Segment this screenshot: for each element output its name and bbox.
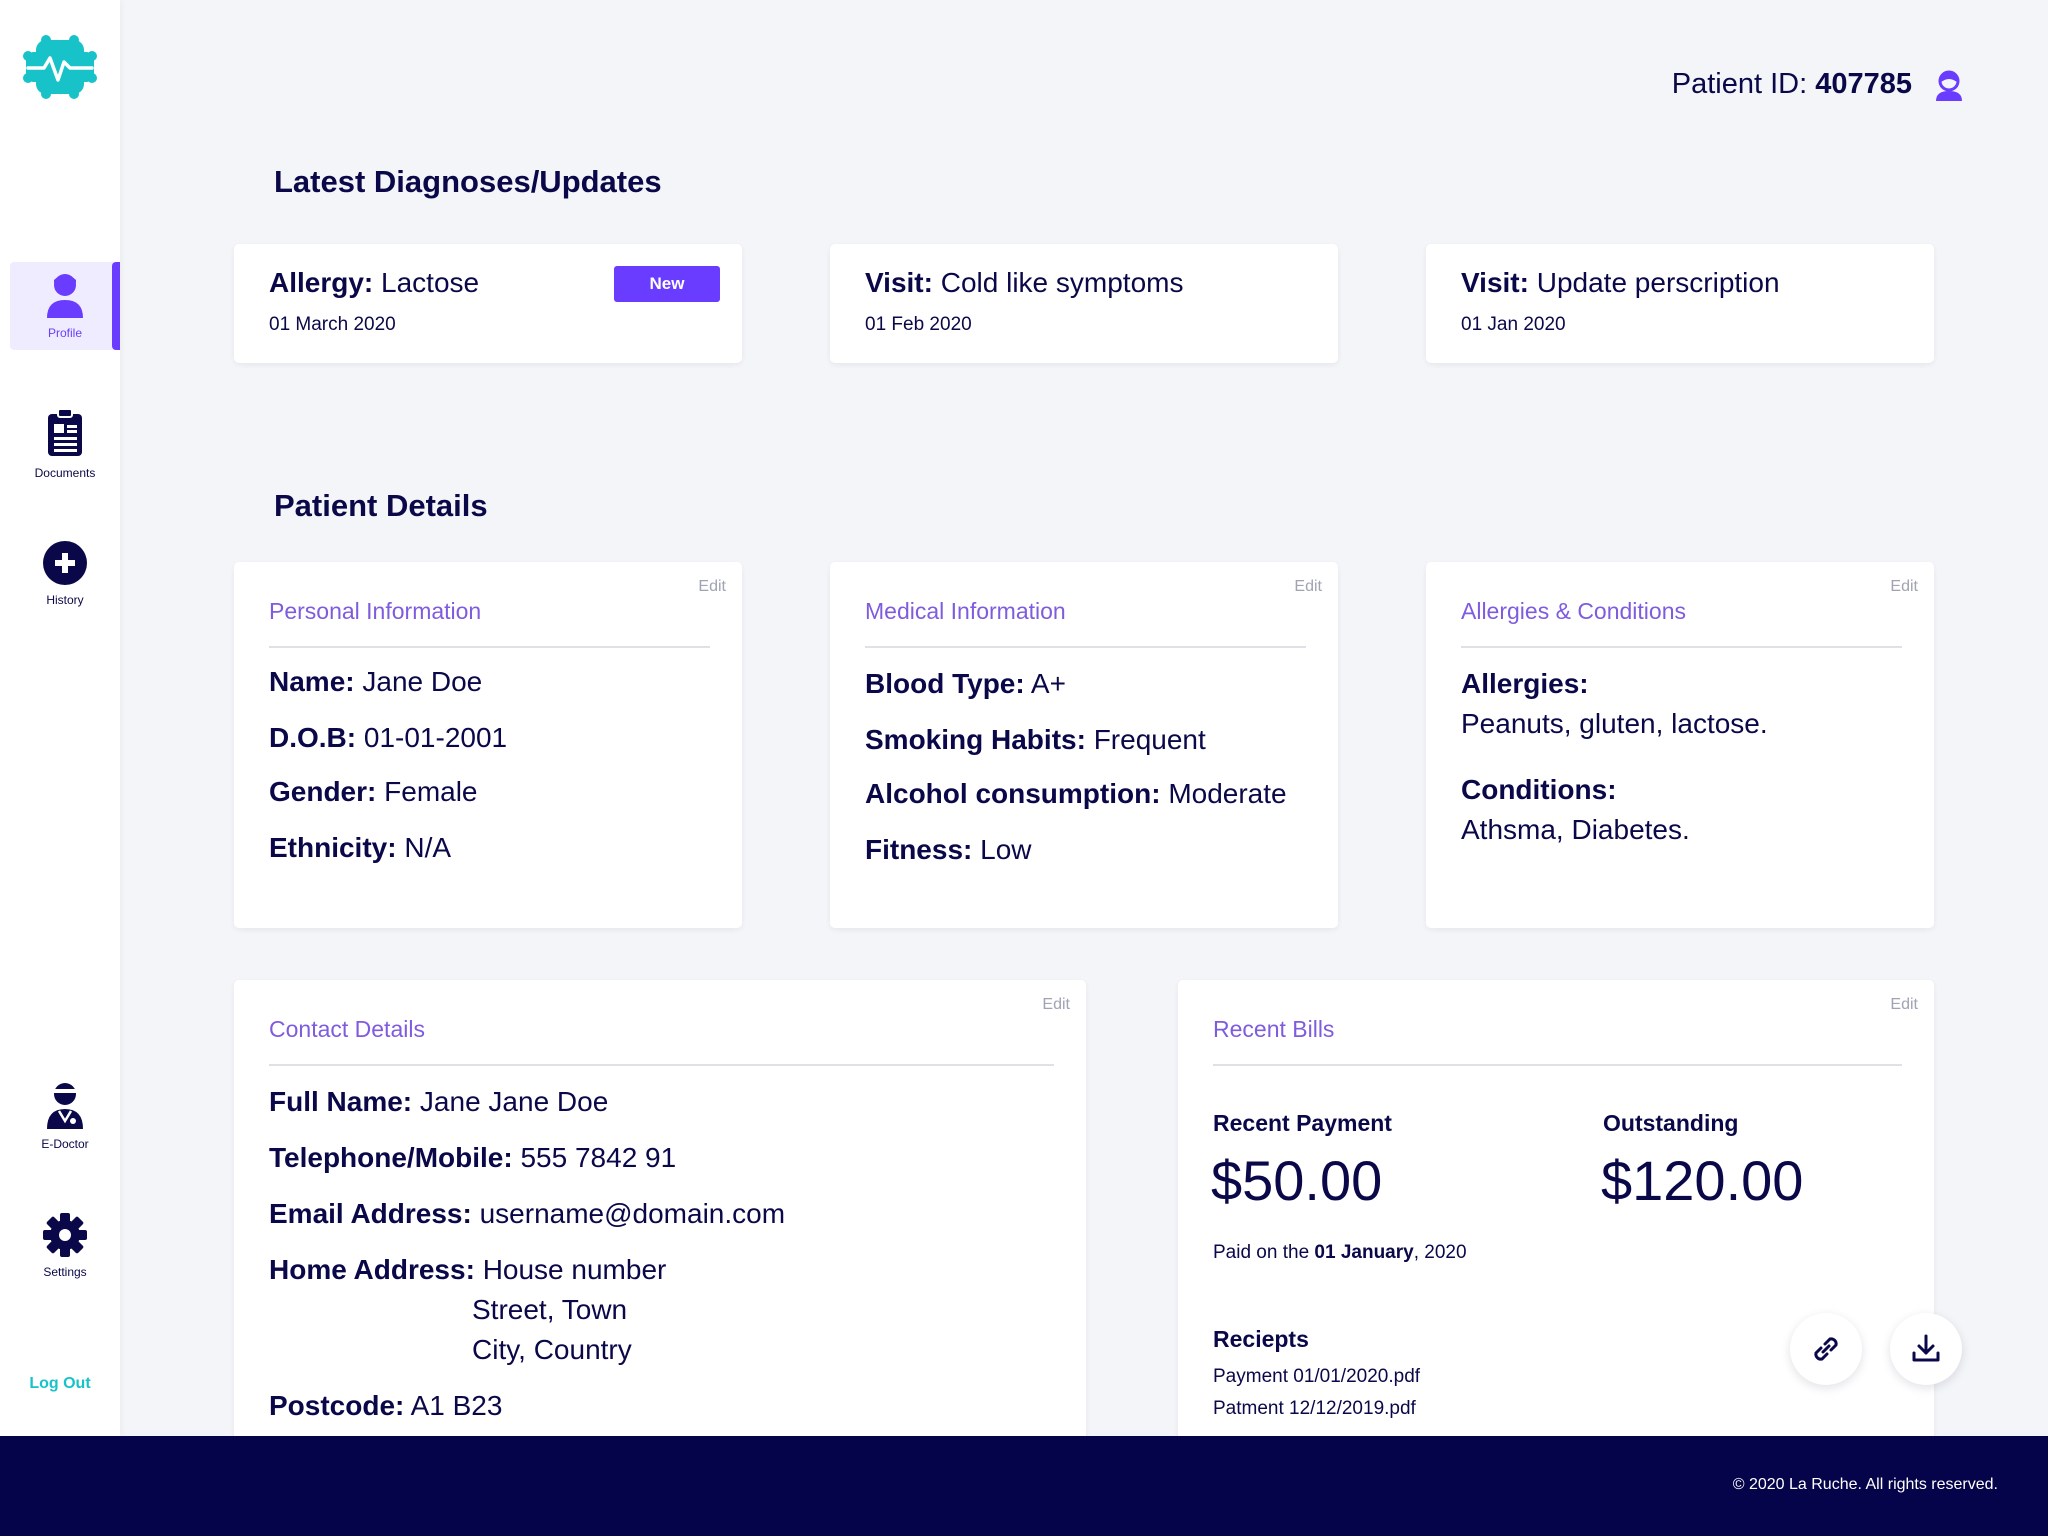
sidebar-item-documents[interactable]: Documents (10, 400, 120, 488)
field-ethnicity: Ethnicity: N/A (269, 832, 452, 863)
allergies-card: Edit Allergies & Conditions Allergies: P… (1426, 562, 1934, 928)
divider (1461, 646, 1902, 648)
copyright-text: © 2020 La Ruche. All rights reserved. (1732, 1476, 1998, 1493)
field-home-address: Home Address: House number (269, 1254, 667, 1285)
conditions-label: Conditions: (1461, 774, 1617, 805)
gear-icon (43, 1213, 87, 1257)
diagnosis-card[interactable]: Visit: Update perscription 01 Jan 2020 (1426, 244, 1934, 363)
card-heading: Contact Details (269, 1016, 425, 1042)
divider (269, 646, 710, 648)
address-line-2: Street, Town (472, 1294, 628, 1325)
divider (269, 1064, 1054, 1066)
outstanding-amount: $120.00 (1601, 1149, 1804, 1212)
diagnosis-type: Visit: (865, 267, 933, 298)
field-postcode: Postcode: A1 B23 (269, 1390, 503, 1421)
field-blood-type: Blood Type: A+ (865, 668, 1066, 699)
conditions-value: Athsma, Diabetes. (1461, 814, 1690, 845)
patient-id: Patient ID: 407785 (1672, 68, 1912, 101)
sidebar-item-e-doctor[interactable]: E-Doctor (10, 1072, 120, 1160)
patient-id-value: 407785 (1815, 68, 1912, 100)
field-email: Email Address: username@domain.com (269, 1198, 786, 1229)
patient-id-label: Patient ID: (1671, 68, 1808, 100)
medical-info-card: Edit Medical Information Blood Type: A+ … (830, 562, 1338, 928)
card-heading: Allergies & Conditions (1461, 598, 1687, 624)
link-icon (1814, 1337, 1838, 1361)
card-heading: Personal Information (269, 598, 482, 624)
diagnosis-date: 01 March 2020 (269, 314, 396, 335)
sidebar-item-settings[interactable]: Settings (10, 1202, 120, 1290)
field-phone: Telephone/Mobile: 555 7842 91 (269, 1142, 677, 1173)
field-dob: D.O.B: 01-01-2001 (269, 722, 508, 753)
sidebar-item-label: Settings (43, 1265, 87, 1279)
diagnoses-title: Latest Diagnoses/Updates (274, 164, 662, 199)
edit-button[interactable]: Edit (1042, 996, 1070, 1014)
diagnosis-title: Visit: Update perscription (1461, 267, 1780, 299)
logout-link[interactable]: Log Out (0, 1375, 120, 1393)
diagnosis-card[interactable]: Allergy: Lactose 01 March 2020 New (234, 244, 742, 363)
sidebar-item-label: Profile (47, 326, 82, 340)
diagnosis-text: Update perscription (1536, 267, 1780, 298)
address-line-3: City, Country (472, 1334, 632, 1365)
diagnosis-type: Allergy: (269, 267, 374, 298)
divider (865, 646, 1306, 648)
sidebar-item-label: History (46, 593, 84, 607)
receipt-link[interactable]: Patment 12/12/2019.pdf (1213, 1398, 1416, 1420)
diagnosis-text: Lactose (381, 267, 480, 298)
edit-button[interactable]: Edit (1294, 578, 1322, 596)
doctor-icon (47, 1083, 83, 1129)
sidebar-item-profile[interactable]: Profile (10, 262, 120, 350)
field-alcohol: Alcohol consumption: Moderate (865, 778, 1287, 809)
diagnosis-date: 01 Feb 2020 (865, 314, 972, 335)
diagnosis-text: Cold like symptoms (940, 267, 1184, 298)
new-badge: New (614, 266, 720, 302)
clipboard-icon (48, 408, 82, 456)
allergies-value: Peanuts, gluten, lactose. (1461, 708, 1768, 739)
recent-payment-label: Recent Payment (1213, 1110, 1392, 1136)
edit-button[interactable]: Edit (1890, 578, 1918, 596)
field-name: Name: Jane Doe (269, 666, 483, 697)
field-smoking: Smoking Habits: Frequent (865, 724, 1206, 755)
edit-button[interactable]: Edit (698, 578, 726, 596)
sidebar-item-history[interactable]: History (10, 530, 120, 618)
footer: © 2020 La Ruche. All rights reserved. (0, 1436, 2048, 1536)
sidebar-item-label: E-Doctor (41, 1137, 89, 1151)
divider (1213, 1064, 1902, 1066)
outstanding-label: Outstanding (1603, 1110, 1739, 1136)
paid-on-text: Paid on the 01 January, 2020 (1213, 1242, 1467, 1263)
diagnosis-title: Allergy: Lactose (269, 267, 479, 299)
receipt-link[interactable]: Payment 01/01/2020.pdf (1213, 1366, 1420, 1388)
patient-details-title: Patient Details (274, 488, 488, 523)
card-heading: Recent Bills (1213, 1016, 1335, 1042)
allergies-label: Allergies: (1461, 668, 1589, 699)
sidebar: Profile Documents History E-Doctor Setti… (0, 0, 120, 1436)
field-fitness: Fitness: Low (865, 834, 1032, 865)
field-gender: Gender: Female (269, 776, 478, 807)
recent-payment-amount: $50.00 (1211, 1149, 1383, 1212)
receipts-label: Reciepts (1213, 1326, 1309, 1352)
contact-details-card: Edit Contact Details Full Name: Jane Jan… (234, 980, 1086, 1450)
user-icon (47, 274, 83, 318)
diagnosis-type: Visit: (1461, 267, 1529, 298)
heartbeat-cog-logo[interactable] (22, 34, 98, 100)
patient-avatar-icon[interactable] (1934, 69, 1964, 101)
diagnosis-title: Visit: Cold like symptoms (865, 267, 1183, 299)
edit-button[interactable]: Edit (1890, 996, 1918, 1014)
link-button[interactable] (1790, 1313, 1862, 1385)
diagnosis-date: 01 Jan 2020 (1461, 314, 1566, 335)
diagnosis-card[interactable]: Visit: Cold like symptoms 01 Feb 2020 (830, 244, 1338, 363)
personal-info-card: Edit Personal Information Name: Jane Doe… (234, 562, 742, 928)
sidebar-item-label: Documents (34, 466, 96, 480)
plus-circle-icon (43, 541, 87, 585)
download-icon (1912, 1334, 1940, 1362)
card-heading: Medical Information (865, 598, 1066, 624)
field-full-name: Full Name: Jane Jane Doe (269, 1086, 609, 1117)
download-button[interactable] (1890, 1313, 1962, 1385)
